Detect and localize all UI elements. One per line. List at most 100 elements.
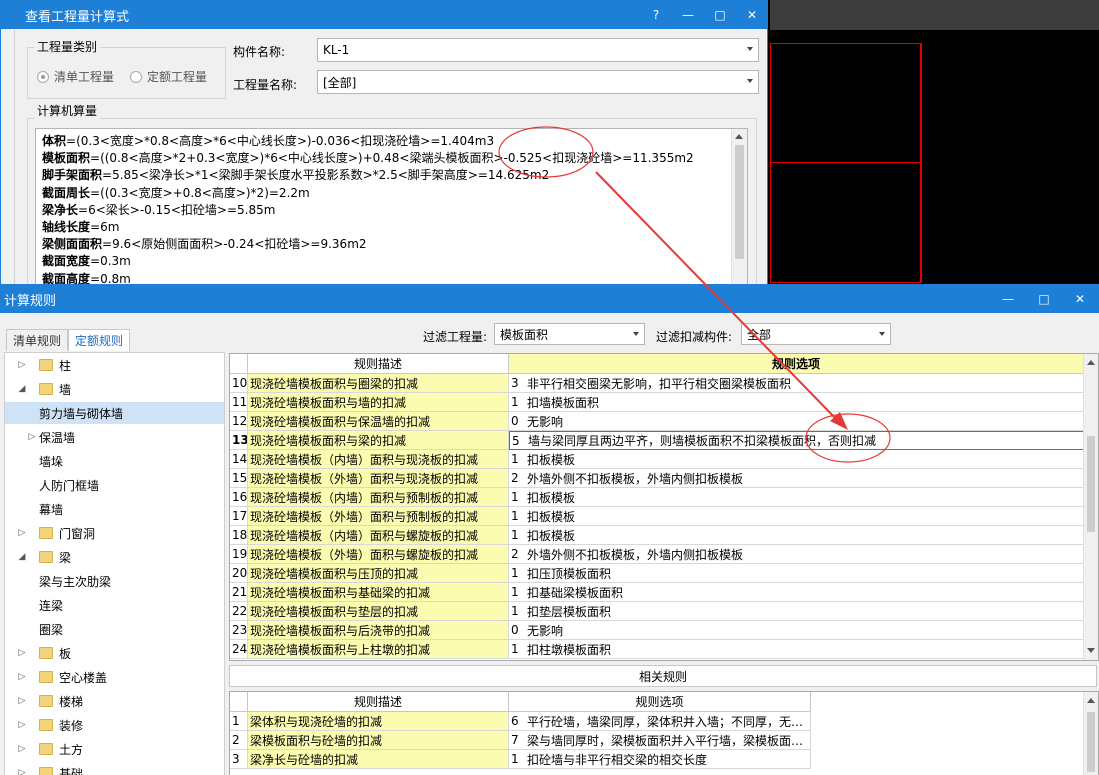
tree-item[interactable]: 圈梁 — [5, 618, 224, 640]
filter-deduct-select[interactable]: 全部 — [741, 323, 891, 345]
rule-option[interactable]: 1 扣压顶模板面积 — [509, 564, 1084, 583]
scroll-up-icon[interactable] — [1087, 698, 1095, 703]
tab-bill-rules[interactable]: 清单规则 — [6, 329, 69, 351]
rules-dialog-titlebar[interactable]: 计算规则 — □ ✕ — [0, 285, 1099, 313]
rule-option[interactable]: 1 扣基础梁模板面积 — [509, 583, 1084, 602]
rule-option[interactable]: 1 扣柱墩模板面积 — [509, 640, 1084, 659]
table-row[interactable]: 20 现浇砼墙模板面积与压顶的扣减 1 扣压顶模板面积 — [230, 564, 1084, 583]
rule-option[interactable]: 5 墙与梁同厚且两边平齐，则墙模板面积不扣梁模板面积，否则扣减 — [509, 431, 1084, 450]
table-row[interactable]: 13 现浇砼墙模板面积与梁的扣减 5 墙与梁同厚且两边平齐，则墙模板面积不扣梁模板面积… — [230, 431, 1084, 450]
qty-name-select[interactable]: [全部] — [317, 70, 759, 94]
collapsed-triangle-icon[interactable]: ▷ — [17, 696, 27, 706]
scroll-thumb[interactable] — [1087, 436, 1095, 532]
table-row[interactable]: 12 现浇砼墙模板面积与保温墙的扣减 0 无影响 — [230, 412, 1084, 431]
header-rule-option[interactable]: 规则选项 — [509, 354, 1084, 374]
scroll-thumb[interactable] — [1087, 712, 1095, 772]
rule-option[interactable]: 1 扣垫层模板面积 — [509, 602, 1084, 621]
expanded-triangle-icon[interactable]: ◢ — [17, 552, 27, 562]
collapsed-triangle-icon[interactable]: ▷ — [17, 720, 27, 730]
collapsed-triangle-icon[interactable]: ▷ — [17, 672, 27, 682]
rule-option[interactable]: 1 扣墙模板面积 — [509, 393, 1084, 412]
table-row[interactable]: 18 现浇砼墙模板（内墙）面积与螺旋板的扣减 1 扣板模板 — [230, 526, 1084, 545]
rule-option[interactable]: 2 外墙外侧不扣板模板，外墙内侧扣板模板 — [509, 545, 1084, 564]
tree-item[interactable]: ▷ 门窗洞 — [5, 522, 224, 544]
tree-item[interactable]: 梁与主次肋梁 — [5, 570, 224, 592]
component-name-select[interactable]: KL-1 — [317, 38, 759, 62]
formula-scrollbar[interactable] — [731, 129, 747, 287]
rule-option[interactable]: 1 扣砼墙与非平行相交梁的相交长度 — [509, 750, 811, 769]
scroll-thumb[interactable] — [735, 145, 744, 259]
filter-qty-select[interactable]: 模板面积 — [494, 323, 645, 345]
collapsed-triangle-icon[interactable]: ▷ — [17, 768, 27, 775]
radio-quota-qty[interactable]: 定额工程量 — [130, 68, 207, 85]
rule-option[interactable]: 3 非平行相交圈梁无影响，扣平行相交圈梁模板面积 — [509, 374, 1084, 393]
tree-item[interactable]: ▷ 板 — [5, 642, 224, 664]
header-rule-desc[interactable]: 规则描述 — [248, 354, 509, 374]
filter-deduct-label: 过滤扣减构件: — [656, 330, 733, 344]
tab-quota-rules[interactable]: 定额规则 — [68, 329, 131, 351]
related-grid-scrollbar[interactable] — [1083, 692, 1098, 775]
collapsed-triangle-icon[interactable]: ▷ — [17, 528, 27, 538]
table-row[interactable]: 22 现浇砼墙模板面积与垫层的扣减 1 扣垫层模板面积 — [230, 602, 1084, 621]
maximize-button[interactable]: □ — [713, 8, 727, 22]
tree-item[interactable]: 幕墙 — [5, 498, 224, 520]
collapsed-triangle-icon[interactable]: ▷ — [27, 432, 37, 442]
cad-canvas[interactable] — [770, 0, 1099, 290]
minimize-button[interactable]: — — [681, 8, 695, 22]
tree-item[interactable]: ▷ 土方 — [5, 738, 224, 760]
rule-option[interactable]: 0 无影响 — [509, 621, 1084, 640]
table-row[interactable]: 10 现浇砼墙模板面积与圈梁的扣减 3 非平行相交圈梁无影响，扣平行相交圈梁模板面积 — [230, 374, 1084, 393]
tree-item[interactable]: 人防门框墙 — [5, 474, 224, 496]
tree-item[interactable]: ▷ 保温墙 — [5, 426, 224, 448]
rule-option[interactable]: 6 平行砼墙，墙梁同厚，梁体积并入墙；不同厚，无… — [509, 712, 811, 731]
rule-option[interactable]: 1 扣板模板 — [509, 488, 1084, 507]
table-row[interactable]: 24 现浇砼墙模板面积与上柱墩的扣减 1 扣柱墩模板面积 — [230, 640, 1084, 659]
collapsed-triangle-icon[interactable]: ▷ — [17, 648, 27, 658]
rule-option[interactable]: 7 梁与墙同厚时，梁模板面积并入平行墙，梁模板面… — [509, 731, 811, 750]
table-row[interactable]: 23 现浇砼墙模板面积与后浇带的扣减 0 无影响 — [230, 621, 1084, 640]
header-rule-desc[interactable]: 规则描述 — [248, 692, 509, 712]
scroll-up-icon[interactable] — [1087, 360, 1095, 365]
help-button[interactable]: ? — [649, 8, 663, 22]
table-row[interactable]: 3 梁净长与砼墙的扣减 1 扣砼墙与非平行相交梁的相交长度 — [230, 750, 1084, 769]
tree-item[interactable]: 墙垛 — [5, 450, 224, 472]
formula-textbox[interactable]: 体积=(0.3<宽度>*0.8<高度>*6<中心线长度>)-0.036<扣现浇砼… — [35, 128, 748, 288]
collapsed-triangle-icon[interactable]: ▷ — [17, 360, 27, 370]
radio-bill-qty[interactable]: 清单工程量 — [37, 68, 114, 85]
table-row[interactable]: 17 现浇砼墙模板（外墙）面积与预制板的扣减 1 扣板模板 — [230, 507, 1084, 526]
table-row[interactable]: 11 现浇砼墙模板面积与墙的扣减 1 扣墙模板面积 — [230, 393, 1084, 412]
rule-option[interactable]: 1 扣板模板 — [509, 450, 1084, 469]
table-row[interactable]: 19 现浇砼墙模板（外墙）面积与螺旋板的扣减 2 外墙外侧不扣板模板，外墙内侧扣板模板 — [230, 545, 1084, 564]
maximize-button[interactable]: □ — [1037, 292, 1051, 306]
table-row[interactable]: 1 梁体积与现浇砼墙的扣减 6 平行砼墙，墙梁同厚，梁体积并入墙；不同厚，无… — [230, 712, 1084, 731]
rule-option[interactable]: 1 扣板模板 — [509, 507, 1084, 526]
scroll-down-icon[interactable] — [1087, 648, 1095, 653]
header-rule-option[interactable]: 规则选项 — [509, 692, 811, 712]
tree-item[interactable]: ◢ 墙 — [5, 378, 224, 400]
tree-item[interactable]: ▷ 楼梯 — [5, 690, 224, 712]
rule-option[interactable]: 0 无影响 — [509, 412, 1084, 431]
table-row[interactable]: 16 现浇砼墙模板（内墙）面积与预制板的扣减 1 扣板模板 — [230, 488, 1084, 507]
minimize-button[interactable]: — — [1001, 292, 1015, 306]
scroll-up-icon[interactable] — [735, 134, 743, 139]
tree-item[interactable]: ▷ 装修 — [5, 714, 224, 736]
table-row[interactable]: 2 梁模板面积与砼墙的扣减 7 梁与墙同厚时，梁模板面积并入平行墙，梁模板面… — [230, 731, 1084, 750]
table-row[interactable]: 21 现浇砼墙模板面积与基础梁的扣减 1 扣基础梁模板面积 — [230, 583, 1084, 602]
collapsed-triangle-icon[interactable]: ▷ — [17, 744, 27, 754]
tree-item[interactable]: 连梁 — [5, 594, 224, 616]
tree-item[interactable]: ◢ 梁 — [5, 546, 224, 568]
tree-item[interactable]: 剪力墙与砌体墙 — [5, 402, 224, 424]
close-button[interactable]: ✕ — [1073, 292, 1087, 306]
tree-item[interactable]: ▷ 柱 — [5, 354, 224, 376]
expanded-triangle-icon[interactable]: ◢ — [17, 384, 27, 394]
table-row[interactable]: 14 现浇砼墙模板（内墙）面积与现浇板的扣减 1 扣板模板 — [230, 450, 1084, 469]
rules-grid-scrollbar[interactable] — [1083, 354, 1098, 660]
close-button[interactable]: ✕ — [745, 8, 759, 22]
formula-dialog-titlebar[interactable]: 查看工程量计算式 ? — □ ✕ — [1, 1, 767, 29]
table-row[interactable]: 15 现浇砼墙模板（外墙）面积与现浇板的扣减 2 外墙外侧不扣板模板，外墙内侧扣板模板 — [230, 469, 1084, 488]
rule-option[interactable]: 1 扣板模板 — [509, 526, 1084, 545]
tree-item[interactable]: ▷ 基础 — [5, 762, 224, 775]
related-rules-bar[interactable]: 相关规则 — [229, 665, 1097, 687]
tree-item[interactable]: ▷ 空心楼盖 — [5, 666, 224, 688]
rule-option[interactable]: 2 外墙外侧不扣板模板，外墙内侧扣板模板 — [509, 469, 1084, 488]
